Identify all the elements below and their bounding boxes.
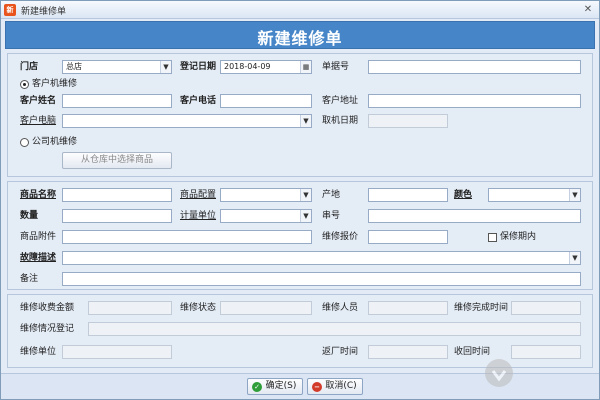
customer-section: 门店 总店 ▼ 登记日期 2018-04-09 ▦ 单据号 客户机维修 客户姓名… xyxy=(7,53,593,177)
app-icon: 新 xyxy=(4,4,16,16)
quantity-label: 数量 xyxy=(20,211,39,221)
product-config-label[interactable]: 商品配置 xyxy=(180,188,216,202)
customer-address-field[interactable] xyxy=(368,94,581,108)
product-name-field[interactable] xyxy=(62,188,172,202)
chevron-down-icon: ▼ xyxy=(300,115,311,127)
origin-label: 产地 xyxy=(322,190,341,200)
customer-phone-field[interactable] xyxy=(220,94,312,108)
finish-time-field xyxy=(511,301,581,315)
repair-unit-field xyxy=(62,345,172,359)
customer-phone-label: 客户电话 xyxy=(180,96,217,106)
unit-select[interactable]: ▼ xyxy=(220,209,312,223)
status-field xyxy=(220,301,312,315)
return-time-field xyxy=(368,345,448,359)
store-value: 总店 xyxy=(66,62,82,71)
color-label[interactable]: 颜色 xyxy=(454,188,472,202)
fee-label: 维修收费金额 xyxy=(20,303,75,313)
chevron-down-icon: ▼ xyxy=(160,61,171,73)
status-label: 维修状态 xyxy=(180,303,217,313)
customer-name-field[interactable] xyxy=(62,94,172,108)
fee-field xyxy=(88,301,172,315)
unit-label[interactable]: 计量单位 xyxy=(180,209,216,223)
return-time-label: 返厂时间 xyxy=(322,347,359,357)
customer-device-select[interactable]: ▼ xyxy=(62,114,312,128)
customer-repair-radio[interactable] xyxy=(20,80,29,89)
order-no-field[interactable] xyxy=(368,60,581,74)
store-label: 门店 xyxy=(20,62,39,72)
origin-field[interactable] xyxy=(368,188,448,202)
pickup-date-field xyxy=(368,114,448,128)
fault-label[interactable]: 故障描述 xyxy=(20,251,56,265)
chevron-down-icon: ▼ xyxy=(300,210,311,222)
quantity-field[interactable] xyxy=(62,209,172,223)
watermark-logo-icon xyxy=(485,359,513,387)
repair-quote-label: 维修报价 xyxy=(322,232,359,242)
situation-label: 维修情况登记 xyxy=(20,324,75,334)
serial-label: 串号 xyxy=(322,211,341,221)
warranty-label: 保修期内 xyxy=(500,232,537,242)
product-name-label[interactable]: 商品名称 xyxy=(20,188,56,202)
close-icon[interactable]: ✕ xyxy=(581,3,595,16)
product-config-select[interactable]: ▼ xyxy=(220,188,312,202)
calendar-icon: ▦ xyxy=(300,61,311,73)
ok-button[interactable]: ✓ 确定(S) xyxy=(247,378,303,395)
cancel-button[interactable]: − 取消(C) xyxy=(307,378,363,395)
pickup-date-label: 取机日期 xyxy=(322,116,359,126)
form-title: 新建维修单 xyxy=(257,29,343,48)
staff-label: 维修人员 xyxy=(322,303,359,313)
accessories-field[interactable] xyxy=(62,230,312,244)
chevron-down-icon: ▼ xyxy=(569,189,580,201)
window-title: 新建维修单 xyxy=(21,7,67,17)
cancel-button-label: 取消(C) xyxy=(325,381,357,391)
date-value: 2018-04-09 xyxy=(224,62,271,71)
fault-select[interactable]: ▼ xyxy=(62,251,581,265)
minus-icon: − xyxy=(312,382,322,392)
chevron-down-icon: ▼ xyxy=(569,252,580,264)
situation-field xyxy=(88,322,581,336)
remark-field[interactable] xyxy=(62,272,581,286)
ok-button-label: 确定(S) xyxy=(265,381,297,391)
date-label: 登记日期 xyxy=(180,62,217,72)
check-icon: ✓ xyxy=(252,382,262,392)
finish-time-label: 维修完成时间 xyxy=(454,303,509,313)
watermark xyxy=(483,353,593,393)
warranty-checkbox[interactable] xyxy=(488,233,497,242)
repair-unit-label: 维修单位 xyxy=(20,347,57,357)
remark-label: 备注 xyxy=(20,274,39,284)
repair-quote-field[interactable] xyxy=(368,230,448,244)
product-section: 商品名称 商品配置 ▼ 产地 颜色 ▼ 数量 计量单位 ▼ 串号 商品附件 维修… xyxy=(7,181,593,290)
serial-field[interactable] xyxy=(368,209,581,223)
title-bar: 新 新建维修单 ✕ xyxy=(1,1,599,19)
select-from-stock-button[interactable]: 从仓库中选择商品 xyxy=(62,152,172,169)
customer-device-label[interactable]: 客户电脑 xyxy=(20,114,56,128)
color-select[interactable]: ▼ xyxy=(488,188,581,202)
order-no-label: 单据号 xyxy=(322,62,350,72)
date-picker[interactable]: 2018-04-09 ▦ xyxy=(220,60,312,74)
staff-field xyxy=(368,301,448,315)
customer-repair-label: 客户机维修 xyxy=(32,79,78,89)
company-repair-radio[interactable] xyxy=(20,138,29,147)
customer-address-label: 客户地址 xyxy=(322,96,359,106)
accessories-label: 商品附件 xyxy=(20,232,57,242)
company-repair-label: 公司机维修 xyxy=(32,137,78,147)
store-select[interactable]: 总店 ▼ xyxy=(62,60,172,74)
form-header: 新建维修单 xyxy=(5,21,595,49)
chevron-down-icon: ▼ xyxy=(300,189,311,201)
customer-name-label: 客户姓名 xyxy=(20,96,57,106)
dialog-window: 新 新建维修单 ✕ 新建维修单 门店 总店 ▼ 登记日期 2018-04-09 … xyxy=(0,0,600,400)
